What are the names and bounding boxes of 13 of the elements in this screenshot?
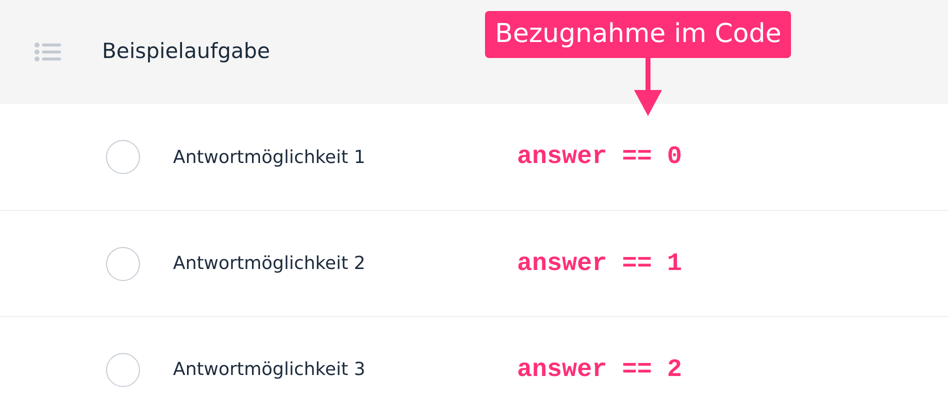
code-snippet: answer == 2 xyxy=(517,354,682,386)
radio-button[interactable] xyxy=(106,352,140,386)
option-label: Antwortmöglichkeit 3 xyxy=(173,358,366,382)
radio-button[interactable] xyxy=(106,246,140,280)
code-snippet: answer == 1 xyxy=(517,248,682,280)
arrow-icon xyxy=(634,58,662,116)
code-snippet: answer == 0 xyxy=(517,141,682,174)
radio-button[interactable] xyxy=(106,140,140,174)
callout-label: Bezugnahme im Code xyxy=(485,11,792,58)
list-icon xyxy=(34,42,61,62)
option-label: Antwortmöglichkeit 1 xyxy=(173,146,366,170)
option-label: Antwortmöglichkeit 2 xyxy=(173,252,366,276)
page-title: Beispielaufgabe xyxy=(102,38,270,66)
